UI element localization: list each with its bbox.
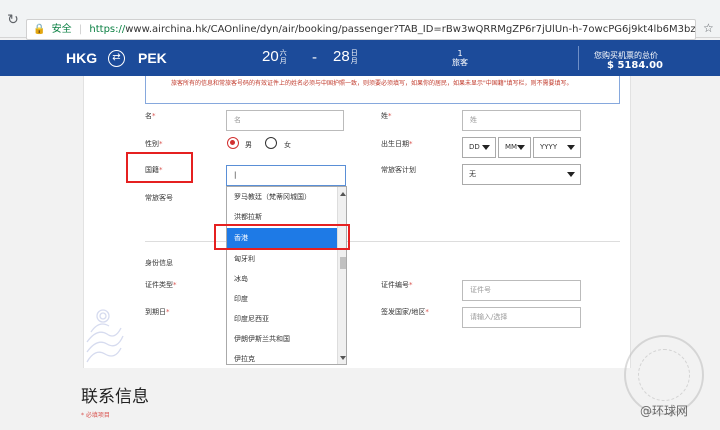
scroll-down-icon[interactable] [340,356,346,360]
dropdown-option[interactable]: 匈牙利 [227,249,337,270]
scroll-up-icon[interactable] [340,192,346,196]
watermark-text: @环球网 [640,404,689,418]
return-month: 日 月 [350,48,358,65]
chevron-down-icon [517,145,525,150]
issuing-country-label: 签发国家/地区* [381,308,429,316]
dob-day-select[interactable]: DD [462,137,496,158]
depart-day: 20 [262,48,279,65]
url-text: www.airchina.hk/CAOnline/dyn/air/booking… [125,24,696,35]
passenger-notice: 旅客所有的信息和常旅客号码的有效证件上的姓名必须与中国护照一致，则须要必须填写，… [145,76,620,104]
dropdown-option[interactable]: 印度 [227,289,337,310]
id-type-label: 证件类型* [145,281,177,289]
gender-male-label[interactable]: 男 [245,140,252,150]
selected-option-highlight-box [214,224,350,250]
scrollbar-thumb[interactable] [340,257,346,269]
passenger-count: 1 旅客 [452,49,468,67]
gender-female-radio[interactable] [265,137,277,149]
destination-code: PEK [138,50,167,66]
address-bar[interactable]: 🔒 安全 | https://www.airchina.hk/CAOnline/… [26,19,696,40]
depart-month: 六 月 [279,48,287,65]
dob-label: 出生日期* [381,140,413,148]
expiry-label: 到期日* [145,308,170,316]
dropdown-option[interactable]: 罗马教廷（梵蒂冈城国） [227,187,337,208]
chevron-down-icon [482,145,490,150]
given-name-input[interactable]: 名 [226,110,344,131]
return-day: 28 [333,48,350,65]
lock-icon: 🔒 [33,24,46,35]
chevron-down-icon [567,172,575,177]
dob-year-select[interactable]: YYYY [533,137,581,158]
issuing-country-input[interactable]: 请输入/选择 [462,307,581,328]
dropdown-option[interactable]: 伊拉克 [227,349,337,364]
total-price-value: $ 5184.00 [607,60,663,71]
dropdown-scrollbar[interactable] [337,187,346,364]
cloud-pattern-icon [86,309,124,363]
gender-male-radio[interactable] [227,137,239,149]
dropdown-option[interactable]: 印度尼西亚 [227,309,337,330]
chevron-down-icon [567,145,575,150]
return-date: 28 日 月 [333,48,358,65]
nationality-input[interactable]: | [226,165,346,186]
ffp-plan-select[interactable]: 无 [462,164,581,185]
origin-code: HKG [66,50,98,66]
contact-section-title: 联系信息 [81,387,149,407]
id-number-input[interactable]: 证件号 [462,280,581,301]
dropdown-option[interactable]: 伊朗伊斯兰共和国 [227,329,337,350]
gender-label: 性别* [145,140,163,148]
dropdown-option[interactable]: 冰岛 [227,269,337,290]
nationality-label: 国籍* [145,166,163,174]
depart-date: 20 六 月 [262,48,287,65]
surname-input[interactable]: 姓 [462,110,581,131]
surname-label: 姓* [381,112,392,120]
given-name-label: 名* [145,112,156,120]
price-divider [578,46,579,70]
reload-icon[interactable]: ↻ [4,11,22,29]
browser-toolbar: ↻ 🔒 安全 | https://www.airchina.hk/CAOnlin… [0,0,720,40]
url-scheme: https:// [89,24,126,35]
swap-route-icon: ⇄ [108,50,125,67]
date-dash: - [312,50,318,66]
id-number-label: 证件编号* [381,281,413,289]
gender-female-label[interactable]: 女 [284,140,291,150]
id-section-label: 身份信息 [145,259,173,267]
required-fields-note: * 必填项目 [81,412,110,419]
nationality-dropdown[interactable]: 罗马教廷（梵蒂冈城国） 洪都拉斯 香港 匈牙利 冰岛 印度 印度尼西亚 伊朗伊斯… [226,186,347,365]
bookmark-star-icon[interactable]: ☆ [703,21,714,35]
ffp-number-label: 常旅客号 [145,194,173,202]
flight-summary-bar: HKG ⇄ PEK 20 六 月 - 28 日 月 1 旅客 您购买机票的总价 … [0,40,720,76]
secure-label: 安全 [51,24,72,35]
dob-month-select[interactable]: MM [498,137,531,158]
address-separator: | [78,24,83,35]
ffp-plan-label: 常旅客计划 [381,166,416,174]
